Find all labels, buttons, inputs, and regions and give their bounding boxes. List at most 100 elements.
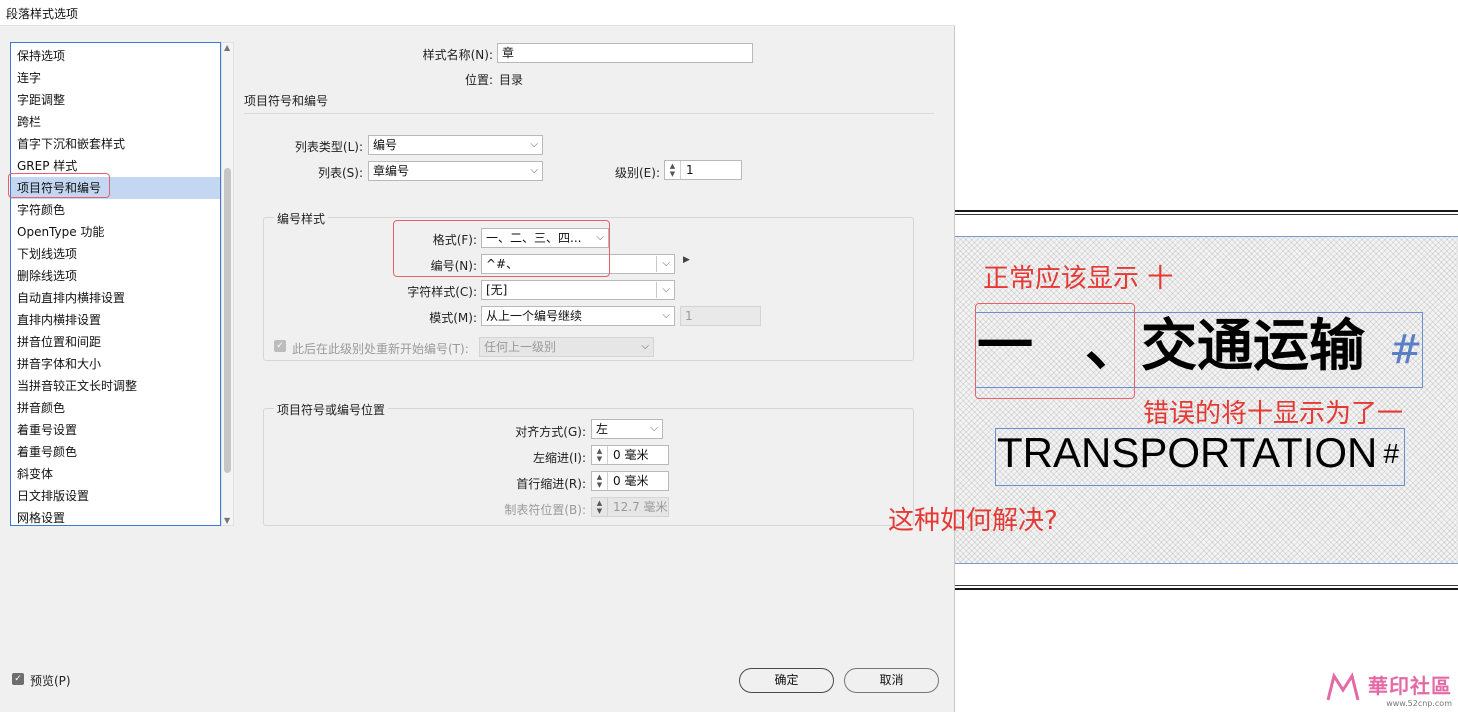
hash-mark: # [1389,327,1423,373]
cancel-button[interactable]: 取消 [844,668,939,693]
first-indent-stepper[interactable]: ▲ ▼ 0 毫米 [591,471,669,491]
first-indent-value: 0 毫米 [613,474,649,488]
scroll-down-icon[interactable]: ▼ [224,516,230,525]
check-icon[interactable]: ✓ [274,340,286,352]
mode-select[interactable]: 从上一个编号继续 ⌵ [481,306,675,326]
preview-label: 预览(P) [30,674,71,688]
left-indent-value: 0 毫米 [613,448,649,462]
heading-text: 交通运输 [1141,313,1365,379]
sidebar-item[interactable]: 拼音位置和间距 [11,331,220,353]
watermark-text: 華印社區 [1368,674,1452,698]
position-value: 目录 [499,73,524,87]
annotation-note-bottom: 这种如何解决? [888,506,1058,536]
annotation-note-mid: 错误的将十显示为了一 [1143,399,1404,429]
sidebar-item[interactable]: 拼音字体和大小 [11,353,220,375]
check-icon[interactable]: ✓ [12,673,24,685]
sidebar-item[interactable]: 首字下沉和嵌套样式 [11,133,220,155]
spin-updown-icon[interactable]: ▲ ▼ [665,161,681,179]
mode-value: 从上一个编号继续 [486,309,583,323]
list-value: 章编号 [373,164,410,178]
spin-updown-icon[interactable]: ▲ ▼ [592,472,608,490]
left-indent-label: 左缩进(I): [533,451,586,465]
sidebar-item[interactable]: 斜变体 [11,463,220,485]
heading-number: 一 [977,313,1033,379]
char-style-label: 字符样式(C): [407,285,477,299]
heading-separator: 、 [1085,313,1141,379]
sidebar-item[interactable]: GREP 样式 [11,155,220,177]
chevron-down-icon[interactable]: ⌵ [662,255,670,273]
style-name-label: 样式名称(N): [422,48,493,62]
spin-updown-icon[interactable]: ▲ ▼ [592,446,608,464]
section-divider [244,113,934,114]
number-label: 编号(N): [430,259,477,273]
sidebar-item[interactable]: 自动直排内横排设置 [11,287,220,309]
chevron-down-icon: ⌵ [662,310,670,321]
document-preview: 正常应该显示 十 一 、 交通运输 # 错误的将十显示为了一 TRANSPORT… [888,0,1458,712]
spin-updown-icon: ▲ ▼ [592,498,608,516]
tab-position-value: 12.7 毫米 [613,500,668,514]
chevron-down-icon: ⌵ [596,232,604,243]
chevron-down-icon: ⌵ [662,284,670,295]
dialog-titlebar[interactable]: 段落样式选项 [0,0,955,26]
sidebar-item[interactable]: 网格设置 [11,507,220,525]
chevron-down-icon: ⌵ [641,341,649,352]
mode-label: 模式(M): [429,311,477,325]
level-stepper[interactable]: ▲ ▼ 1 [664,160,742,180]
sidebar-item[interactable]: OpenType 功能 [11,221,220,243]
numbering-style-title: 编号样式 [274,210,329,227]
scroll-thumb[interactable] [224,168,231,473]
chevron-down-icon: ⌵ [650,423,658,434]
sidebar-item[interactable]: 当拼音较正文长时调整 [11,375,220,397]
tab-position-label: 制表符位置(B): [504,503,586,517]
sidebar-item[interactable]: 着重号颜色 [11,441,220,463]
list-type-value: 编号 [373,138,398,152]
sidebar-item[interactable]: 拼音颜色 [11,397,220,419]
level-label: 级别(E): [615,166,660,180]
chevron-down-icon: ⌵ [530,139,538,150]
dialog-title: 段落样式选项 [6,7,79,21]
sidebar-item[interactable]: 下划线选项 [11,243,220,265]
bullet-position-group [263,408,914,526]
sidebar-item[interactable]: 项目符号和编号 [11,177,220,199]
align-value: 左 [596,422,609,436]
sidebar-item[interactable]: 着重号设置 [11,419,220,441]
level-value: 1 [686,163,694,177]
list-type-select[interactable]: 编号 ⌵ [368,135,543,155]
number-input[interactable]: ^#、 ⌵ [481,254,675,274]
section-title: 项目符号和编号 [244,94,329,108]
format-select[interactable]: 一、二、三、四... ⌵ [481,228,609,248]
paragraph-style-options-dialog: 段落样式选项 保持选项 连字 字距调整 跨栏 首字下沉和嵌套样式 GREP 样式 项目符号和… [0,0,955,712]
sidebar-item[interactable]: 字符颜色 [11,199,220,221]
bottom-rule [955,588,1458,590]
category-list[interactable]: 保持选项 连字 字距调整 跨栏 首字下沉和嵌套样式 GREP 样式 项目符号和编号 字符颜色 O… [10,42,221,526]
style-name-input[interactable]: 章 [497,43,753,63]
bullet-position-title: 项目符号或编号位置 [274,401,389,418]
ok-button[interactable]: 确定 [739,668,834,693]
sidebar-item[interactable]: 字距调整 [11,89,220,111]
chevron-down-icon: ⌵ [530,165,538,176]
top-rule [955,210,1458,212]
sidebar-item[interactable]: 连字 [11,67,220,89]
list-label: 列表(S): [317,166,363,180]
category-list-scrollbar[interactable]: ▲ ▼ [221,42,234,526]
sidebar-item[interactable]: 删除线选项 [11,265,220,287]
sidebar-item[interactable]: 日文排版设置 [11,485,220,507]
align-label: 对齐方式(G): [515,425,586,439]
left-indent-stepper[interactable]: ▲ ▼ 0 毫米 [591,445,669,465]
sidebar-item[interactable]: 直排内横排设置 [11,309,220,331]
restart-label: 此后在此级别处重新开始编号(T): [292,342,469,356]
restart-value: 任何上一级别 [484,340,557,354]
char-style-select[interactable]: [无] ⌵ [481,280,675,300]
triangle-right-icon[interactable]: ▶ [683,255,690,265]
list-select[interactable]: 章编号 ⌵ [368,161,543,181]
watermark-url: www.52cnp.com [1386,699,1452,708]
sidebar-item[interactable]: 跨栏 [11,111,220,133]
mode-start-number: 1 [680,306,761,326]
watermark-logo-icon [1326,672,1360,701]
sidebar-item[interactable]: 保持选项 [11,45,220,67]
char-style-value: [无] [486,283,508,297]
align-select[interactable]: 左 ⌵ [591,419,663,439]
position-label: 位置: [464,73,493,87]
format-value: 一、二、三、四... [486,231,582,245]
scroll-up-icon[interactable]: ▲ [224,43,230,52]
